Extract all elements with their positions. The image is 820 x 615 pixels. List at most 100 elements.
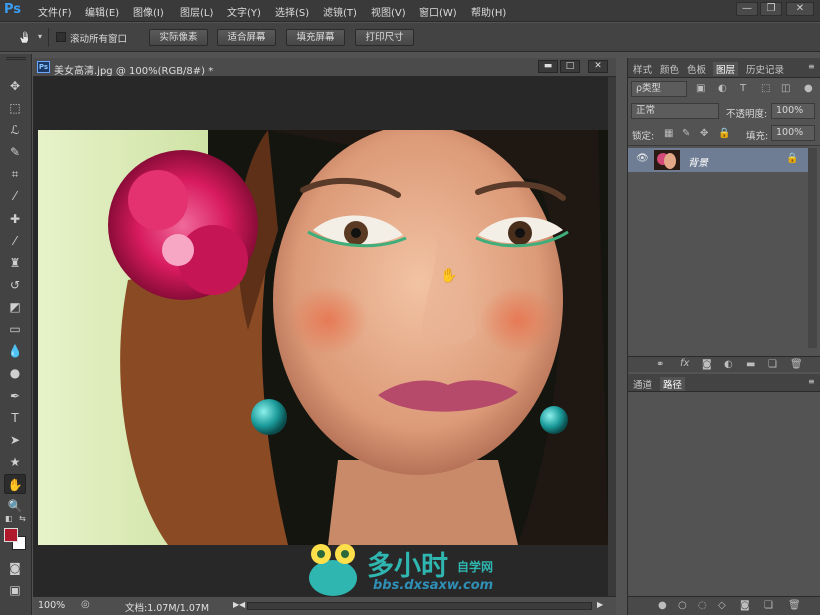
close-button[interactable]: ✕ — [786, 2, 814, 16]
fill-screen-button[interactable]: 填充屏幕 — [286, 29, 345, 46]
path-selection-tool-icon[interactable]: ➤ — [4, 430, 26, 450]
adjustment-layer-icon[interactable]: ◐ — [724, 359, 733, 370]
quick-mask-icon[interactable]: ◙ — [4, 558, 26, 578]
history-brush-tool-icon[interactable]: ↺ — [4, 275, 26, 295]
fill-input[interactable]: 100% — [771, 125, 815, 141]
load-selection-icon[interactable]: ◌ — [698, 600, 707, 611]
tab-layers[interactable]: 图层 — [713, 62, 739, 76]
lasso-tool-icon[interactable]: ℒ — [4, 120, 26, 140]
canvas-image[interactable]: ✋ — [38, 130, 608, 545]
new-layer-icon[interactable]: ❏ — [768, 359, 777, 370]
menu-file[interactable]: 文件(F) — [38, 4, 72, 19]
menu-select[interactable]: 选择(S) — [275, 4, 309, 19]
brush-tool-icon[interactable]: ⁄ — [4, 231, 26, 251]
add-mask-icon[interactable]: ◙ — [702, 359, 712, 370]
paths-panel-menu-icon[interactable]: ≡ — [808, 377, 815, 386]
make-work-path-icon[interactable]: ◇ — [718, 600, 726, 611]
filter-shape-icon[interactable]: ⬚ — [761, 83, 770, 94]
scroll-all-windows-checkbox[interactable] — [56, 32, 66, 42]
menu-view[interactable]: 视图(V) — [371, 4, 406, 19]
new-path-icon[interactable]: ❏ — [764, 600, 773, 611]
fill-path-icon[interactable]: ● — [658, 600, 667, 611]
panel-menu-icon[interactable]: ≡ — [808, 62, 815, 71]
tab-swatches[interactable]: 色板 — [687, 62, 706, 76]
actual-pixels-button[interactable]: 实际像素 — [149, 29, 208, 46]
menu-image[interactable]: 图像(I) — [133, 4, 164, 19]
delete-path-icon[interactable]: 🗑 — [788, 600, 801, 611]
filter-pixel-icon[interactable]: ▣ — [696, 83, 705, 94]
layer-filter-select[interactable]: ρ类型 — [631, 81, 687, 97]
stroke-path-icon[interactable]: ○ — [678, 600, 687, 611]
default-colors-icon[interactable]: ◧ — [5, 514, 13, 523]
lock-all-icon[interactable]: 🔒 — [718, 128, 730, 139]
lock-transparent-icon[interactable]: ▦ — [664, 128, 673, 139]
doc-maximize-button[interactable]: □ — [560, 60, 580, 73]
tool-preset-arrow-icon[interactable]: ▾ — [38, 32, 42, 41]
move-tool-icon[interactable]: ✥ — [4, 76, 26, 96]
doc-close-button[interactable]: ✕ — [588, 60, 608, 73]
vertical-scrollbar[interactable] — [608, 77, 616, 596]
layer-name[interactable]: 背景 — [688, 154, 708, 169]
lock-paint-icon[interactable]: ✎ — [682, 128, 690, 139]
filter-toggle-icon[interactable]: ● — [804, 83, 813, 94]
filter-smart-icon[interactable]: ◫ — [781, 83, 790, 94]
gradient-tool-icon[interactable]: ▭ — [4, 319, 26, 339]
zoom-level[interactable]: 100% — [38, 600, 65, 611]
quick-selection-tool-icon[interactable]: ✎ — [4, 142, 26, 162]
lock-move-icon[interactable]: ✥ — [700, 128, 708, 139]
filter-type-icon[interactable]: T — [740, 83, 746, 94]
menu-layer[interactable]: 图层(L) — [180, 4, 213, 19]
layer-row-background[interactable]: 👁 背景 🔒 — [628, 148, 808, 172]
foreground-color-swatch[interactable] — [4, 528, 18, 542]
visibility-eye-icon[interactable]: 👁 — [636, 153, 649, 164]
pen-tool-icon[interactable]: ✒ — [4, 386, 26, 406]
watermark-url: bbs.dxsaxw.com — [373, 578, 494, 593]
toolbar-grip[interactable] — [6, 57, 26, 60]
link-layers-icon[interactable]: ⚭ — [656, 359, 664, 370]
screen-mode-icon[interactable]: ▣ — [4, 580, 26, 600]
menu-edit[interactable]: 编辑(E) — [85, 4, 119, 19]
eraser-tool-icon[interactable]: ◩ — [4, 297, 26, 317]
new-group-icon[interactable]: ▬ — [746, 359, 755, 370]
delete-layer-icon[interactable]: 🗑 — [790, 359, 803, 370]
menu-window[interactable]: 窗口(W) — [419, 4, 457, 19]
clone-stamp-tool-icon[interactable]: ♜ — [4, 253, 26, 273]
menu-help[interactable]: 帮助(H) — [471, 4, 506, 19]
dodge-tool-icon[interactable]: ● — [4, 363, 26, 383]
eyedropper-tool-icon[interactable]: ⁄ — [4, 186, 26, 206]
ps-document-icon: Ps — [37, 61, 50, 73]
blur-tool-icon[interactable]: 💧 — [4, 341, 26, 361]
type-tool-icon[interactable]: T — [4, 408, 26, 428]
zoom-tool-icon[interactable]: 🔍 — [4, 496, 26, 516]
menu-filter[interactable]: 滤镜(T) — [323, 4, 357, 19]
tab-styles[interactable]: 样式 — [633, 62, 652, 76]
tab-channels[interactable]: 通道 — [633, 377, 652, 391]
swap-colors-icon[interactable]: ⇆ — [19, 514, 26, 523]
healing-brush-tool-icon[interactable]: ✚ — [4, 209, 26, 229]
marquee-tool-icon[interactable]: ⬚ — [4, 98, 26, 118]
hand-tool-active-icon[interactable]: ✋ — [4, 474, 26, 494]
layers-scrollbar[interactable] — [808, 148, 817, 348]
tab-paths[interactable]: 路径 — [660, 377, 686, 391]
add-mask-path-icon[interactable]: ◙ — [740, 600, 750, 611]
opacity-input[interactable]: 100% — [771, 103, 815, 119]
blend-mode-select[interactable]: 正常 — [631, 103, 719, 119]
scroll-left-arrow-icon[interactable]: ◀ — [239, 600, 245, 609]
doc-minimize-button[interactable]: ▬ — [538, 60, 558, 73]
fit-screen-button[interactable]: 适合屏幕 — [217, 29, 276, 46]
status-info-icon[interactable]: ◎ — [81, 599, 90, 610]
print-size-button[interactable]: 打印尺寸 — [355, 29, 414, 46]
layer-style-icon[interactable]: fx — [680, 358, 689, 369]
scroll-right-arrow-icon[interactable]: ▶ — [597, 600, 603, 609]
document-tab[interactable]: Ps 美女高清.jpg @ 100%(RGB/8#) * ▬ □ ✕ — [33, 58, 616, 77]
restore-button[interactable]: ❐ — [760, 2, 782, 16]
crop-tool-icon[interactable]: ⌗ — [4, 164, 26, 184]
tab-color[interactable]: 颜色 — [660, 62, 679, 76]
tab-history[interactable]: 历史记录 — [746, 62, 784, 76]
hand-tool-icon[interactable] — [17, 29, 33, 45]
filter-adjust-icon[interactable]: ◐ — [718, 83, 727, 94]
fill-label: 填充: — [746, 131, 769, 142]
menu-type[interactable]: 文字(Y) — [227, 4, 261, 19]
shape-tool-icon[interactable]: ★ — [4, 452, 26, 472]
minimize-button[interactable]: — — [736, 2, 758, 16]
